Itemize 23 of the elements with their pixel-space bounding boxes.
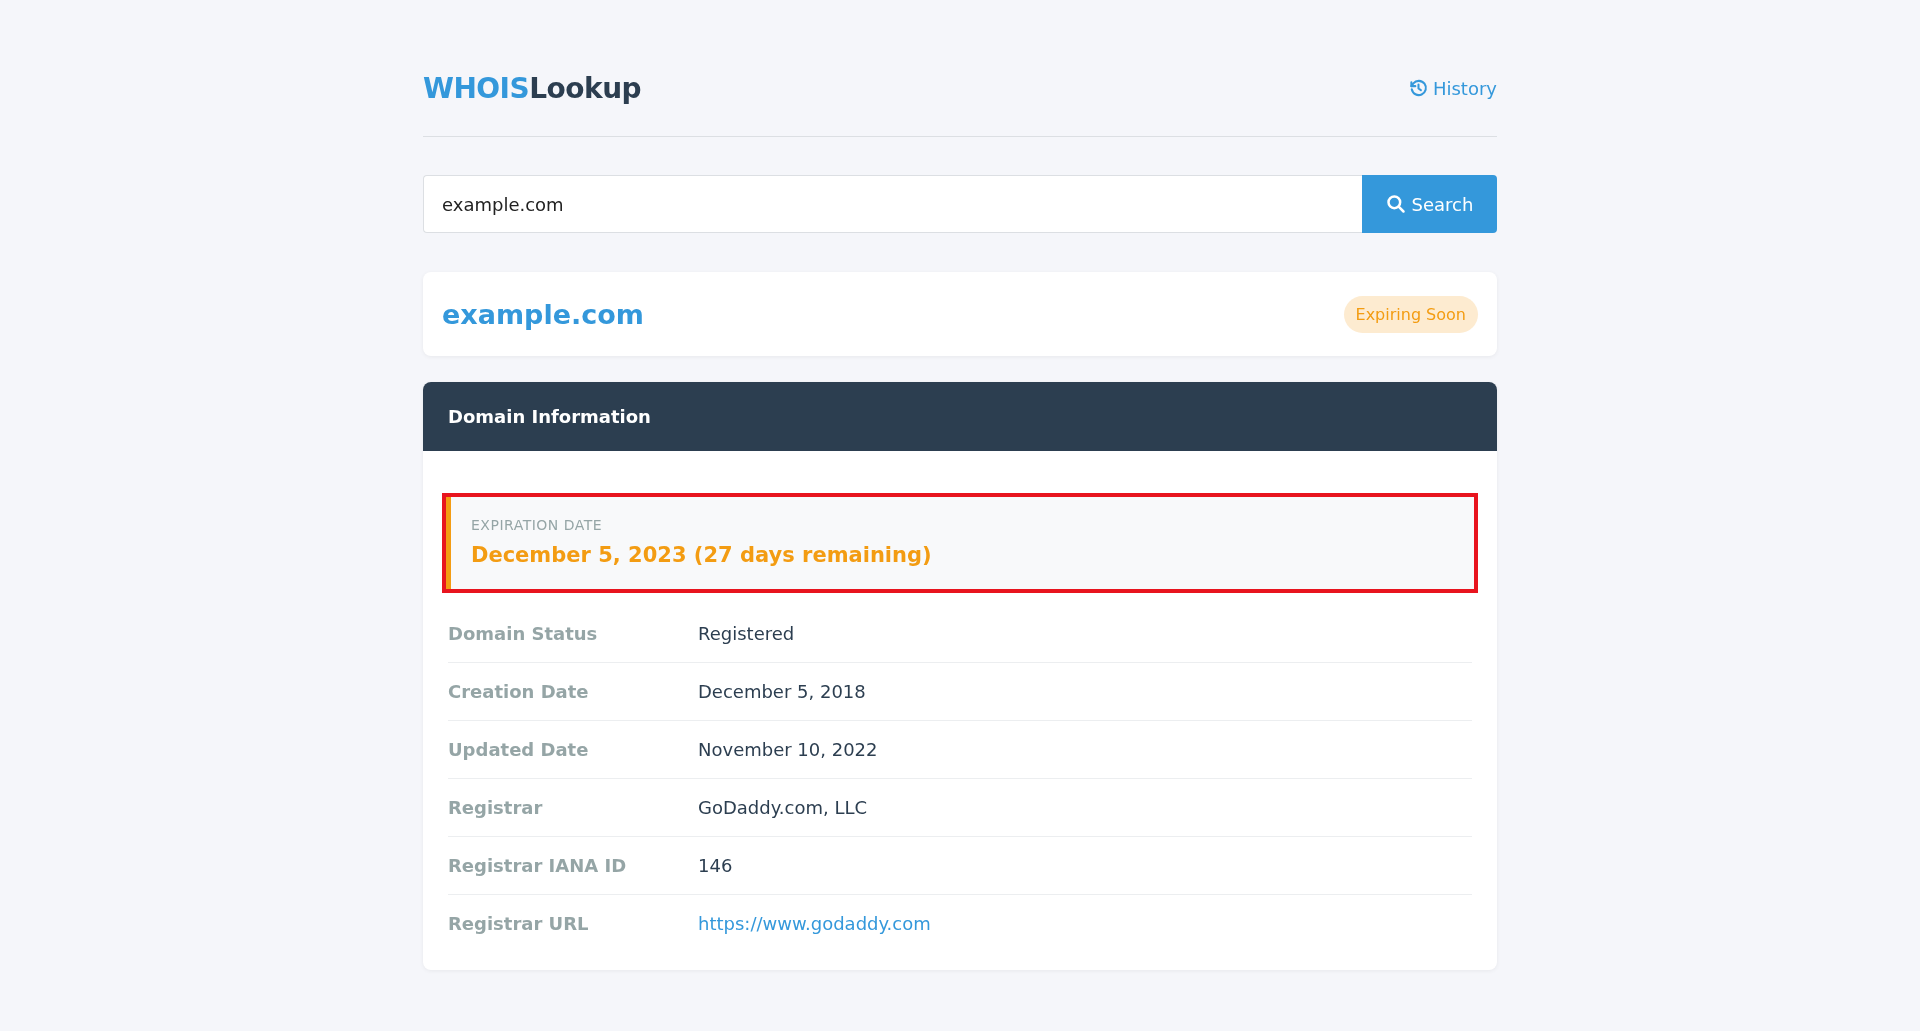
search-button[interactable]: Search — [1362, 175, 1497, 233]
field-value: December 5, 2018 — [698, 681, 866, 702]
logo: WHOISLookup — [423, 71, 642, 105]
history-link[interactable]: History — [1408, 77, 1497, 99]
field-label: Registrar — [448, 797, 544, 818]
expiration-label: EXPIRATION DATE — [471, 517, 604, 533]
field-label: Creation Date — [448, 681, 590, 702]
field-label: Updated Date — [448, 739, 590, 760]
field-label: Domain Status — [448, 623, 599, 644]
field-value: November 10, 2022 — [698, 739, 878, 760]
domain-name: example.com — [442, 298, 644, 330]
status-badge: Expiring Soon — [1343, 295, 1478, 333]
expiration-value: December 5, 2023 (27 days remaining) — [471, 543, 933, 567]
field-value: Registered — [698, 623, 795, 644]
field-label: Registrar IANA ID — [448, 855, 628, 876]
history-icon — [1408, 78, 1428, 98]
search-field[interactable]: example.com — [423, 175, 1362, 233]
field-value: 146 — [698, 855, 733, 876]
field-label: Registrar URL — [448, 913, 590, 934]
panel-header: Domain Information — [423, 382, 1497, 451]
field-value: GoDaddy.com, LLC — [698, 797, 868, 818]
search-icon — [1385, 194, 1406, 214]
registrar-link[interactable]: https://www.godaddy.com — [698, 913, 931, 934]
